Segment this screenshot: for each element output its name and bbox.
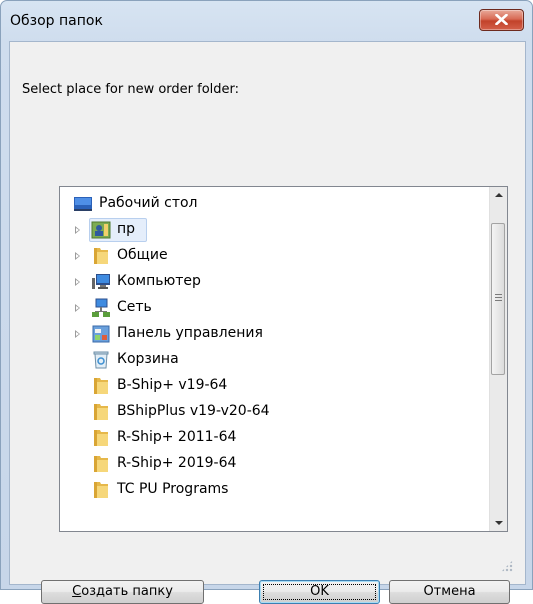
tree-item-label: пр: [117, 221, 136, 237]
folder-tree[interactable]: Рабочий стол пр Общие Компьютер Сеть Панель у…: [59, 186, 508, 532]
tree-item-label: R-Ship+ 2019-64: [117, 455, 237, 471]
tree-item-label: Сеть: [117, 299, 152, 315]
tree-item-label: Общие: [117, 247, 168, 263]
expand-arrow-icon[interactable]: [75, 226, 80, 234]
prompt-text: Select place for new order folder:: [22, 82, 240, 97]
network-icon: [91, 298, 111, 318]
tree-item-label: Корзина: [117, 351, 179, 367]
tree-item[interactable]: R-Ship+ 2019-64: [60, 451, 490, 477]
cancel-label: Отмена: [423, 584, 476, 599]
tree-item[interactable]: Рабочий стол: [60, 191, 490, 217]
dialog-title: Обзор папок: [10, 13, 103, 29]
close-icon: [495, 14, 508, 25]
tree-item-label: Рабочий стол: [99, 195, 198, 211]
title-bar[interactable]: Обзор папок: [1, 1, 532, 41]
tree-item-label: Панель управления: [117, 325, 263, 341]
new-folder-label: оздать папку: [81, 584, 173, 599]
cancel-button[interactable]: Отмена: [389, 580, 510, 604]
folder-icon: [91, 454, 111, 474]
tree-item-label: BShipPlus v19-v20-64: [117, 403, 270, 419]
recycle-bin-icon: [91, 350, 111, 370]
tree-item[interactable]: R-Ship+ 2011-64: [60, 425, 490, 451]
scroll-up-button[interactable]: [490, 187, 507, 204]
tree-item-label: TC PU Programs: [117, 481, 229, 497]
close-button[interactable]: [479, 9, 524, 31]
focus-rect: [263, 584, 376, 600]
folder-icon: [91, 480, 111, 500]
tree-item[interactable]: Компьютер: [60, 269, 490, 295]
tree-item[interactable]: Корзина: [60, 347, 490, 373]
tree-item-label: R-Ship+ 2011-64: [117, 429, 237, 445]
ok-button[interactable]: OK: [259, 580, 380, 604]
expand-arrow-icon[interactable]: [75, 304, 80, 312]
new-folder-button[interactable]: Создать папку: [41, 580, 204, 604]
expand-arrow-icon[interactable]: [75, 330, 80, 338]
folder-icon: [91, 376, 111, 396]
expand-arrow-icon[interactable]: [75, 278, 80, 286]
dialog-body: Select place for new order folder: Рабоч…: [9, 41, 526, 604]
browse-folders-dialog: Обзор папок Select place for new order f…: [0, 0, 533, 604]
tree-item-label: Компьютер: [117, 273, 201, 289]
folder-icon: [91, 402, 111, 422]
tree-item[interactable]: Сеть: [60, 295, 490, 321]
folder-icon: [91, 428, 111, 448]
desktop-icon: [73, 194, 93, 214]
expand-arrow-icon[interactable]: [75, 252, 80, 260]
tree-item[interactable]: BShipPlus v19-v20-64: [60, 399, 490, 425]
user-folder-icon: [91, 220, 111, 240]
tree-item[interactable]: TC PU Programs: [60, 477, 490, 503]
scroll-thumb[interactable]: [491, 223, 505, 375]
tree-item[interactable]: Общие: [60, 243, 490, 269]
folder-icon: [91, 246, 111, 266]
tree-item[interactable]: Панель управления: [60, 321, 490, 347]
vertical-scrollbar[interactable]: [489, 187, 507, 531]
resize-grip-icon[interactable]: [501, 560, 513, 572]
new-folder-accelerator: С: [72, 584, 82, 599]
thumb-grip-icon: [495, 294, 502, 302]
computer-icon: [91, 272, 111, 292]
scroll-down-button[interactable]: [490, 514, 507, 531]
tree-item[interactable]: пр: [60, 217, 490, 243]
tree-item-label: B-Ship+ v19-64: [117, 377, 228, 393]
control-panel-icon: [91, 324, 111, 344]
tree-item[interactable]: B-Ship+ v19-64: [60, 373, 490, 399]
